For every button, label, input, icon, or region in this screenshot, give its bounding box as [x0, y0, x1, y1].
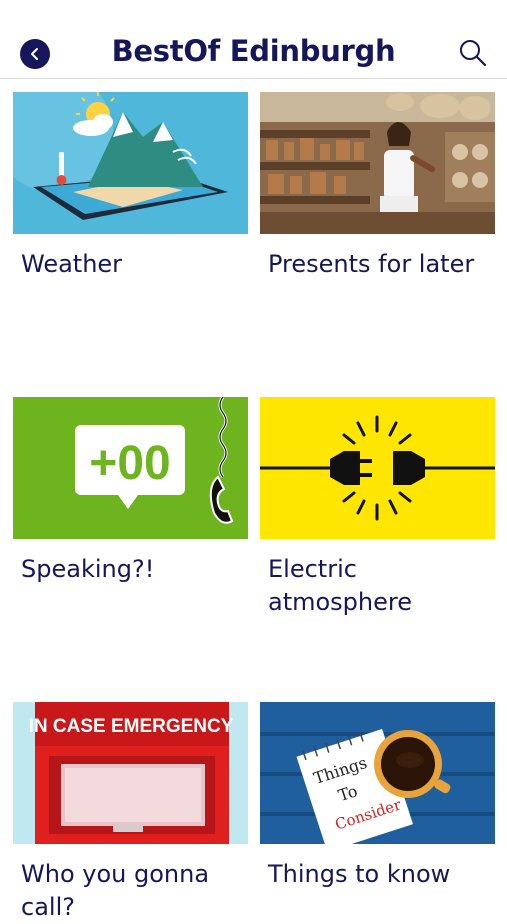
tile-label: Electric atmosphere — [268, 555, 412, 616]
weather-image — [13, 92, 248, 234]
search-button[interactable] — [458, 38, 488, 68]
market-image — [260, 92, 495, 234]
emergency-sign-text: IN CASE EMERGENCY — [29, 716, 234, 737]
tile-label: Presents for later — [268, 250, 475, 278]
coffee-note-image: Things To Consider — [260, 702, 495, 844]
tile-weather[interactable]: Weather — [13, 92, 248, 281]
tile-electric[interactable]: Electric atmosphere — [260, 397, 495, 619]
search-icon — [460, 40, 487, 67]
tile-label: Things to know — [268, 860, 451, 888]
app-header: BestOf Edinburgh — [0, 0, 507, 79]
speaking-sign-text: +00 — [89, 437, 170, 490]
emergency-box-image: IN CASE EMERGENCY — [13, 702, 248, 844]
tile-things[interactable]: Things To Consider Things to know — [260, 702, 495, 891]
tile-speaking[interactable]: +00 Speaking?! — [13, 397, 248, 586]
tile-label: Who you gonna call? — [21, 860, 210, 921]
page-title: BestOf Edinburgh — [111, 34, 396, 68]
plug-image — [260, 397, 495, 539]
phone-code-image: +00 — [13, 397, 248, 539]
tile-emergency[interactable]: IN CASE EMERGENCY Who you gonna call? — [13, 702, 248, 924]
tile-label: Speaking?! — [21, 555, 155, 583]
tile-presents[interactable]: Presents for later — [260, 92, 495, 281]
tile-label: Weather — [21, 250, 123, 278]
